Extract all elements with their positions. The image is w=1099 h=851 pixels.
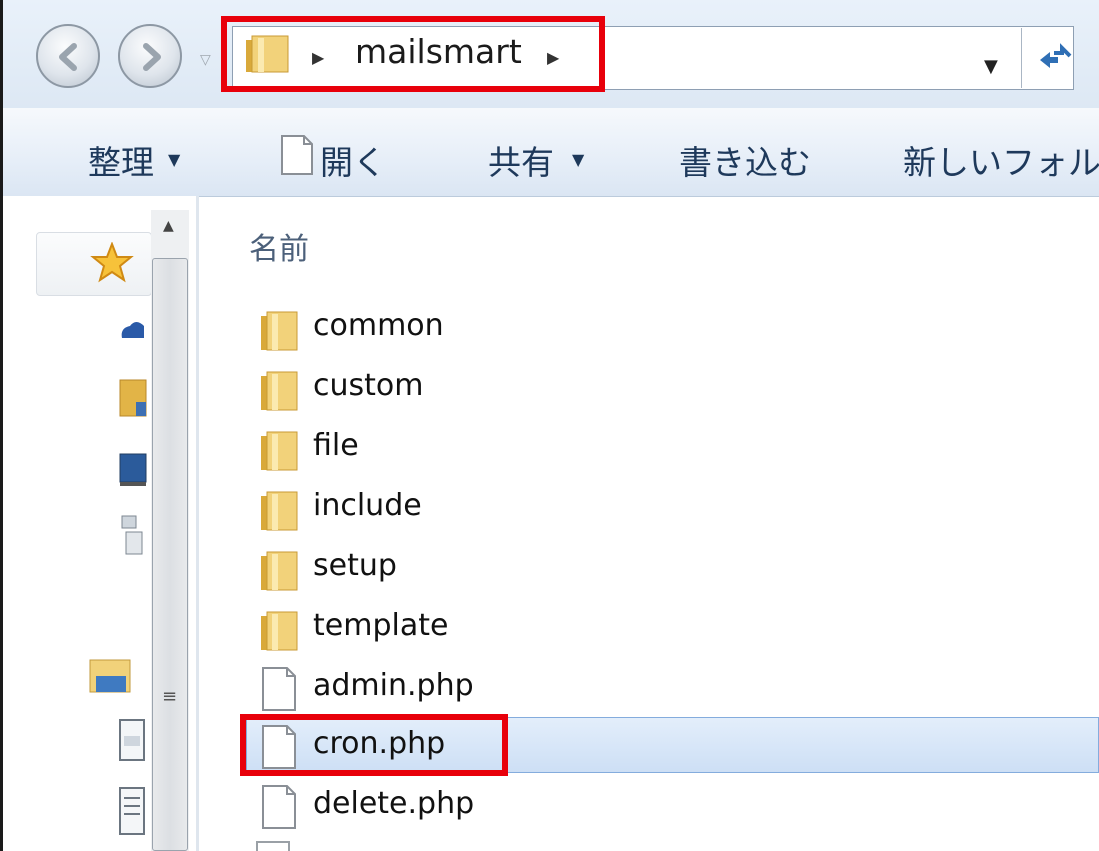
list-item[interactable]: template: [240, 600, 1099, 660]
address-highlight-box: [221, 16, 605, 92]
share-dropdown-icon[interactable]: ▼: [572, 150, 584, 169]
document-icon: [280, 134, 314, 176]
documents-icon[interactable]: [118, 786, 148, 840]
nav-scrollbar-thumb[interactable]: [152, 258, 188, 851]
downloads-folder-icon[interactable]: [118, 376, 148, 424]
file-name: admin.php: [313, 668, 474, 703]
folder-icon: [259, 310, 299, 356]
address-separator: [1021, 28, 1022, 88]
pane-divider[interactable]: [196, 196, 199, 851]
file-highlight-box: [240, 714, 508, 776]
forward-button[interactable]: [118, 24, 182, 88]
file-name: common: [313, 308, 444, 343]
document-icon: [261, 784, 297, 834]
partial-file-icon: [256, 841, 290, 851]
refresh-button[interactable]: [1030, 38, 1080, 78]
recent-pages-dropdown-icon[interactable]: ▽: [200, 52, 211, 68]
folder-icon: [259, 610, 299, 656]
star-icon: [90, 241, 134, 288]
burn-button[interactable]: 書き込む: [679, 136, 811, 184]
organize-button[interactable]: 整理: [88, 136, 154, 184]
column-header-name[interactable]: 名前: [249, 224, 309, 268]
document-icon: [261, 666, 297, 716]
file-name: include: [313, 488, 422, 523]
share-button[interactable]: 共有: [488, 136, 554, 184]
file-name: custom: [313, 368, 424, 403]
documents-icon[interactable]: [118, 718, 148, 766]
file-name: setup: [313, 548, 397, 583]
cloud-icon[interactable]: [118, 318, 148, 346]
new-folder-button[interactable]: 新しいフォル: [903, 136, 1099, 184]
folder-icon: [259, 550, 299, 596]
list-item[interactable]: file: [240, 420, 1099, 480]
list-item[interactable]: custom: [240, 360, 1099, 420]
list-item[interactable]: delete.php: [240, 778, 1099, 838]
list-item[interactable]: include: [240, 480, 1099, 540]
network-icon[interactable]: [118, 512, 148, 560]
scroll-up-icon[interactable]: ▲: [163, 218, 174, 234]
organize-dropdown-icon[interactable]: ▼: [168, 150, 180, 169]
scrollbar-grip-icon: ≡: [162, 686, 178, 707]
forward-arrow-icon: [143, 43, 161, 71]
list-item[interactable]: admin.php: [240, 660, 1099, 720]
folder-icon: [259, 370, 299, 416]
back-arrow-icon: [59, 43, 77, 71]
file-name: template: [313, 608, 449, 643]
list-item[interactable]: setup: [240, 540, 1099, 600]
libraries-icon[interactable]: [88, 656, 132, 700]
desktop-icon[interactable]: [118, 452, 148, 492]
refresh-icon: [1040, 43, 1072, 68]
folder-icon: [259, 490, 299, 536]
folder-icon: [259, 430, 299, 476]
file-name: delete.php: [313, 786, 475, 821]
open-button[interactable]: 開く: [320, 136, 386, 184]
back-button[interactable]: [36, 24, 100, 88]
list-item[interactable]: common: [240, 300, 1099, 360]
file-name: file: [313, 428, 359, 463]
address-dropdown-icon[interactable]: ▼: [984, 56, 998, 77]
